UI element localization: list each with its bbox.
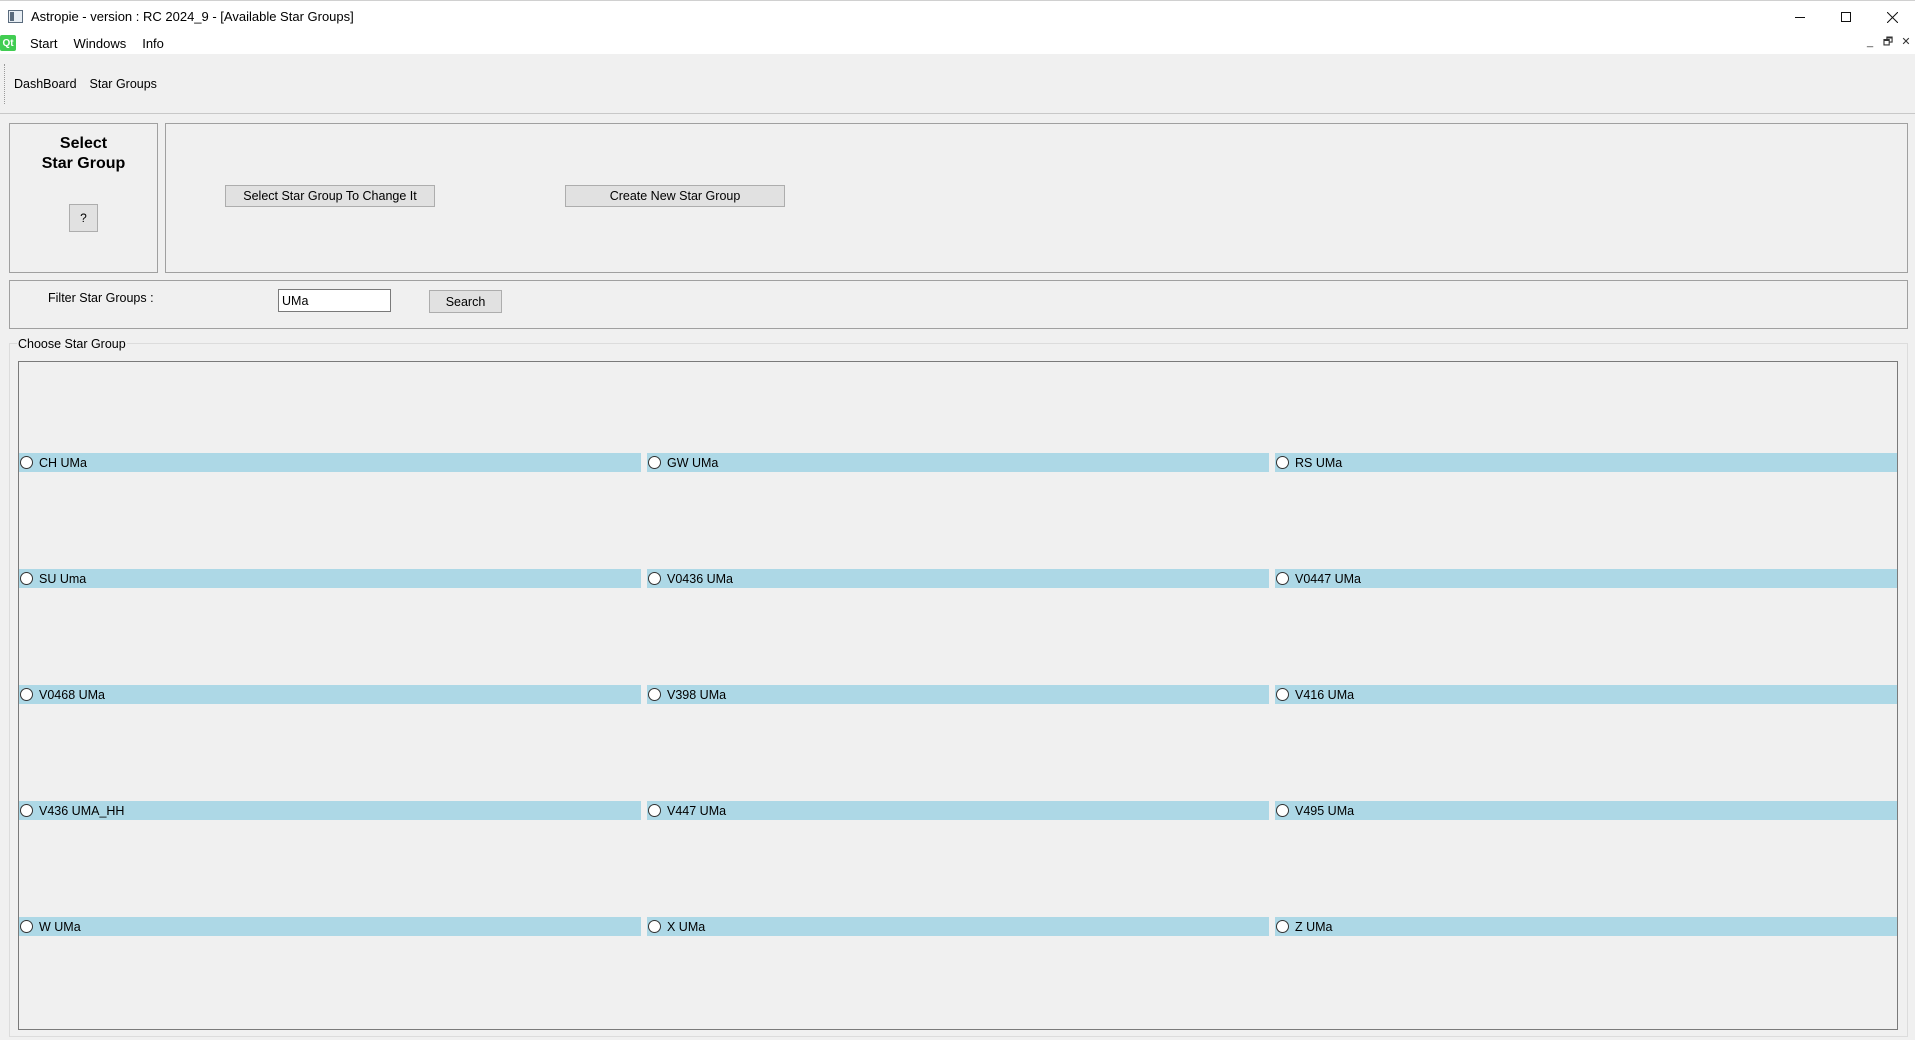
qt-logo-icon: Qt <box>0 35 16 51</box>
filter-panel: Filter Star Groups : Search <box>9 280 1908 329</box>
star-group-item[interactable]: V416 UMa <box>1275 685 1897 704</box>
star-group-item[interactable]: V436 UMA_HH <box>19 801 641 820</box>
close-icon[interactable] <box>1869 1 1915 33</box>
select-panel-title: Select Star Group <box>10 134 157 174</box>
radio-icon[interactable] <box>20 920 33 933</box>
radio-icon[interactable] <box>20 688 33 701</box>
mdi-restore-icon[interactable]: 🗗 <box>1881 35 1895 49</box>
star-group-label: V0436 UMa <box>667 571 734 586</box>
star-group-label: CH UMa <box>39 455 87 470</box>
star-group-label: W UMa <box>39 919 81 934</box>
filter-label: Filter Star Groups : <box>48 291 154 305</box>
actions-panel: Select Star Group To Change It Create Ne… <box>165 123 1908 273</box>
star-group-label: V436 UMA_HH <box>39 803 125 818</box>
star-group-item[interactable]: V398 UMa <box>647 685 1269 704</box>
app-icon <box>8 10 23 23</box>
star-group-item[interactable]: V0468 UMa <box>19 685 641 704</box>
star-group-label: X UMa <box>667 919 706 934</box>
star-group-item[interactable]: W UMa <box>19 917 641 936</box>
menu-start[interactable]: Start <box>22 36 65 51</box>
menu-info[interactable]: Info <box>134 36 172 51</box>
radio-icon[interactable] <box>1276 688 1289 701</box>
star-group-label: V416 UMa <box>1295 687 1355 702</box>
star-group-item[interactable]: Z UMa <box>1275 917 1897 936</box>
toolbar: DashBoard Star Groups <box>0 54 1915 114</box>
star-group-item[interactable]: GW UMa <box>647 453 1269 472</box>
radio-icon[interactable] <box>20 804 33 817</box>
star-group-label: RS UMa <box>1295 455 1343 470</box>
menu-bar: Qt Start Windows Info _ 🗗 ✕ <box>0 32 1915 54</box>
radio-icon[interactable] <box>648 920 661 933</box>
radio-icon[interactable] <box>648 456 661 469</box>
mdi-controls: _ 🗗 ✕ <box>1863 35 1913 49</box>
create-new-star-group-button[interactable]: Create New Star Group <box>565 185 785 207</box>
help-button[interactable]: ? <box>69 204 98 232</box>
toolbar-grip[interactable] <box>4 64 6 104</box>
select-title-line2: Star Group <box>41 155 126 172</box>
star-group-label: V447 UMa <box>667 803 727 818</box>
select-title-line1: Select <box>59 135 108 152</box>
radio-icon[interactable] <box>648 572 661 585</box>
select-star-group-to-change-button[interactable]: Select Star Group To Change It <box>225 185 435 207</box>
star-group-label: SU Uma <box>39 571 87 586</box>
search-button[interactable]: Search <box>429 290 502 313</box>
radio-icon[interactable] <box>1276 572 1289 585</box>
window-title: Astropie - version : RC 2024_9 - [Availa… <box>31 9 354 24</box>
tab-star-groups[interactable]: Star Groups <box>90 77 157 91</box>
choose-star-group-title: Choose Star Group <box>17 337 127 351</box>
filter-input[interactable] <box>278 289 391 312</box>
radio-icon[interactable] <box>648 688 661 701</box>
star-group-item[interactable]: SU Uma <box>19 569 641 588</box>
maximize-icon[interactable] <box>1823 1 1869 33</box>
radio-icon[interactable] <box>20 572 33 585</box>
title-bar: Astropie - version : RC 2024_9 - [Availa… <box>0 0 1915 32</box>
radio-icon[interactable] <box>20 456 33 469</box>
minimize-icon[interactable] <box>1777 1 1823 33</box>
star-group-item[interactable]: V447 UMa <box>647 801 1269 820</box>
mdi-minimize-icon[interactable]: _ <box>1863 35 1877 49</box>
radio-icon[interactable] <box>1276 920 1289 933</box>
star-group-label: V0468 UMa <box>39 687 106 702</box>
menu-windows[interactable]: Windows <box>65 36 134 51</box>
window-controls <box>1777 1 1915 33</box>
star-group-item[interactable]: V495 UMa <box>1275 801 1897 820</box>
mdi-close-icon[interactable]: ✕ <box>1899 35 1913 49</box>
star-group-list[interactable]: CH UMa GW UMa RS UMa SU Uma V0436 UMa V0… <box>18 361 1898 1030</box>
star-group-label: V398 UMa <box>667 687 727 702</box>
star-group-label: Z UMa <box>1295 919 1333 934</box>
star-group-item[interactable]: V0447 UMa <box>1275 569 1897 588</box>
radio-icon[interactable] <box>1276 804 1289 817</box>
tab-dashboard[interactable]: DashBoard <box>14 77 77 91</box>
star-group-label: V495 UMa <box>1295 803 1355 818</box>
star-group-item[interactable]: V0436 UMa <box>647 569 1269 588</box>
radio-icon[interactable] <box>1276 456 1289 469</box>
star-group-label: V0447 UMa <box>1295 571 1362 586</box>
star-group-item[interactable]: X UMa <box>647 917 1269 936</box>
star-group-item[interactable]: RS UMa <box>1275 453 1897 472</box>
star-group-label: GW UMa <box>667 455 719 470</box>
select-star-group-panel: Select Star Group ? <box>9 123 158 273</box>
star-group-item[interactable]: CH UMa <box>19 453 641 472</box>
radio-icon[interactable] <box>648 804 661 817</box>
